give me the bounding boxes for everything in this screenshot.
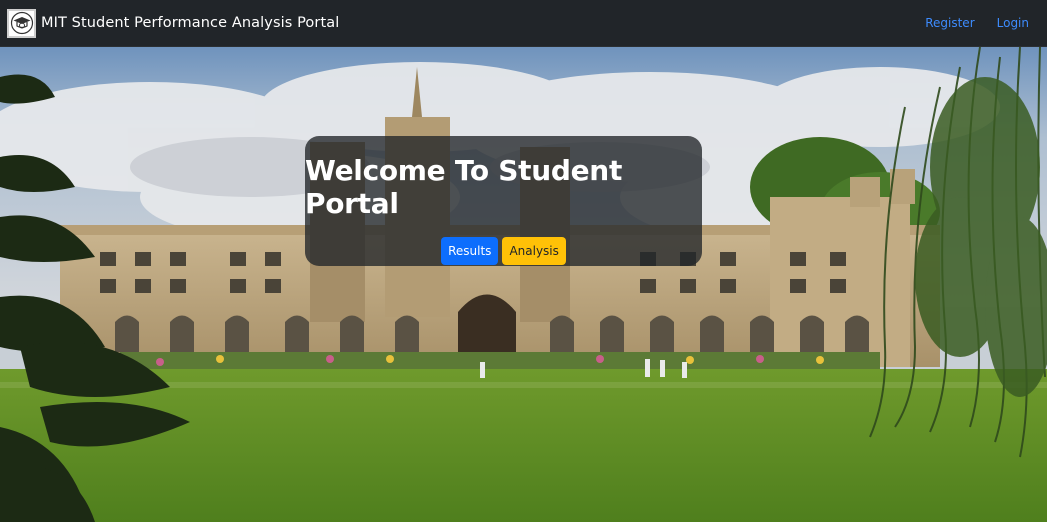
brand[interactable]: MIT Student Performance Analysis Portal [7, 8, 339, 38]
brand-title[interactable]: MIT Student Performance Analysis Portal [41, 15, 339, 31]
welcome-title: Welcome To Student Portal [305, 154, 623, 220]
register-link[interactable]: Register [903, 16, 974, 30]
graduate-cap-icon [7, 8, 36, 38]
campus-background-image [0, 47, 1047, 522]
hero-section: Welcome To Student Portal Results Analys… [0, 47, 1047, 522]
login-link[interactable]: Login [975, 16, 1029, 30]
hero-button-row: Results Analysis [441, 237, 566, 265]
analysis-button[interactable]: Analysis [502, 237, 566, 265]
nav-links: Register Login [903, 16, 1029, 30]
results-button[interactable]: Results [441, 237, 499, 265]
top-navbar: MIT Student Performance Analysis Portal … [0, 0, 1047, 47]
welcome-card: Welcome To Student Portal Results Analys… [305, 136, 702, 266]
